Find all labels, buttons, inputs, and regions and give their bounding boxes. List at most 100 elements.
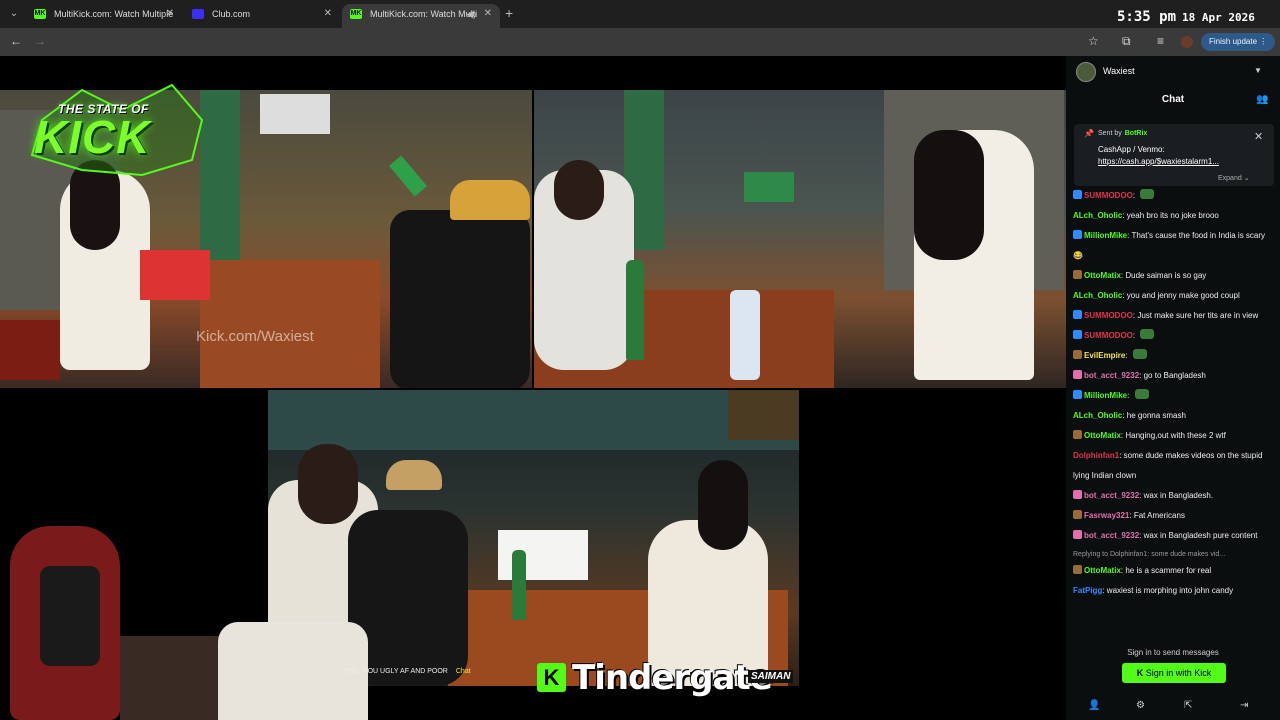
tan-cap (386, 460, 442, 490)
chat-message: ALch_Oholic: he gonna smash (1073, 406, 1275, 426)
close-icon[interactable]: ✕ (324, 4, 332, 24)
chat-text: Just make sure her tits are in view (1137, 311, 1259, 320)
profile-avatar[interactable] (1181, 36, 1193, 48)
chat-username[interactable]: bot_acct_9232 (1084, 491, 1139, 500)
head (298, 444, 358, 524)
chat-username[interactable]: SUMMODOO (1084, 191, 1133, 200)
exit-icon[interactable]: ⇥ (1240, 700, 1248, 711)
expand-button[interactable]: Expand ⌄ (1218, 174, 1250, 182)
chat-username[interactable]: SUMMODOO (1084, 331, 1133, 340)
tab-multikick-2[interactable]: MK MultiKick.com: Watch Multi ◀) ✕ (342, 4, 500, 28)
chat-message: Fasrway321: Fat Americans (1073, 506, 1275, 526)
add-friend-icon[interactable]: 👤 (1088, 700, 1100, 711)
channel-avatar (1076, 62, 1096, 82)
emote-icon (1132, 349, 1147, 359)
chat-message: Dolphinfan1: some dude makes videos on t… (1073, 446, 1275, 486)
chat-username[interactable]: EvilEmpire (1084, 351, 1125, 360)
chevron-down-icon[interactable]: ▼ (1254, 66, 1262, 75)
chat-username[interactable]: bot_acct_9232 (1084, 531, 1139, 540)
club-favicon-icon (192, 9, 204, 19)
tab-club[interactable]: Club.com ✕ (184, 4, 340, 28)
clock-date: 18 Apr 2026 (1182, 11, 1255, 24)
chat-message: OttoMatix: Hanging,out with these 2 wtf (1073, 426, 1275, 446)
chat-username[interactable]: ALch_Oholic (1073, 211, 1122, 220)
chat-message: SUMMODOO: Just make sure her tits are in… (1073, 306, 1275, 326)
chat-text: go to Bangladesh (1143, 371, 1206, 380)
chat-username[interactable]: Dolphinfan1 (1073, 451, 1119, 460)
settings-gear-icon[interactable]: ⚙ (1136, 700, 1145, 711)
tab-search-chevron-icon[interactable]: ⌄ (6, 6, 22, 22)
chat-username[interactable]: ALch_Oholic (1073, 411, 1122, 420)
ticker-text: YOU, YOU UGLY AF AND POOR Chat (344, 668, 471, 675)
tv-screen (260, 94, 330, 134)
popout-icon[interactable]: ⇱ (1184, 700, 1192, 711)
user-badge-icon (1073, 370, 1082, 379)
signin-prompt: Sign in to send messages (1127, 648, 1219, 657)
hair (914, 130, 984, 260)
pinned-link[interactable]: https://cash.app/$waxiestalarm1... (1098, 156, 1248, 168)
channel-name: Waxiest (1103, 66, 1135, 76)
chat-username[interactable]: OttoMatix (1084, 431, 1121, 440)
streamer-webcam (0, 526, 392, 720)
logo-main-text: KICK (34, 111, 151, 163)
pinned-line-1: CashApp / Venmo: (1098, 145, 1165, 154)
pinned-sent-by: Sent by BotRix (1098, 130, 1147, 137)
user-badge-icon (1073, 510, 1082, 519)
bot-name: BotRix (1124, 130, 1148, 137)
multikick-favicon-icon: MK (34, 9, 46, 19)
user-badge-icon (1073, 430, 1082, 439)
chat-message: OttoMatix: Dude saiman is so gay (1073, 266, 1275, 286)
signin-with-kick-button[interactable]: K Sign in with Kick (1122, 663, 1226, 683)
chat-text: he gonna smash (1126, 411, 1186, 420)
close-icon[interactable]: ✕ (484, 4, 492, 24)
tv-screen (744, 172, 794, 202)
multikick-favicon-icon: MK (350, 9, 362, 19)
finish-update-button[interactable]: Finish update ⋮ (1201, 33, 1276, 51)
chat-message: bot_acct_9232: wax in Bangladesh pure co… (1073, 526, 1275, 546)
speaker-icon[interactable]: ◀) (466, 4, 476, 24)
emote-icon (1140, 329, 1155, 339)
bookmark-star-icon[interactable]: ☆ (1088, 34, 1099, 48)
chat-username[interactable]: MillionMike (1084, 231, 1127, 240)
chat-message: MillionMike: (1073, 386, 1275, 406)
new-tab-button[interactable]: + (505, 5, 513, 21)
user-badge-icon (1073, 310, 1082, 319)
finish-update-label: Finish update (1209, 37, 1258, 46)
chat-username[interactable]: ALch_Oholic (1073, 291, 1122, 300)
user-badge-icon (1073, 330, 1082, 339)
clock-time: 5:35 pm (1117, 9, 1177, 25)
back-arrow-icon[interactable]: ← (10, 34, 22, 48)
user-badge-icon (1073, 490, 1082, 499)
reading-list-icon[interactable]: ≡ (1157, 34, 1164, 48)
chat-username[interactable]: FatPigg (1073, 586, 1102, 595)
user-badge-icon (1073, 230, 1082, 239)
stream-player[interactable]: Kick.com/Waxiest THE STATE OF KICK YOU, … (0, 56, 1066, 720)
emote-icon (1134, 389, 1149, 399)
chat-username[interactable]: MillionMike (1084, 391, 1127, 400)
tab-title: MultiKick.com: Watch Multi (370, 9, 478, 19)
tab-multikick-1[interactable]: MK MultiKick.com: Watch Multiple ✕ (26, 4, 182, 28)
extensions-icon[interactable]: ⧉ (1122, 34, 1131, 49)
chat-message: SUMMODOO: (1073, 186, 1275, 206)
tab-title: Club.com (212, 9, 251, 19)
chat-text: he is a scammer for real (1125, 566, 1212, 575)
username-separator: : (1125, 351, 1130, 360)
chat-username[interactable]: SUMMODOO (1084, 311, 1133, 320)
chat-message: FatPigg: waxiest is morphing into john c… (1073, 581, 1275, 601)
forward-arrow-icon[interactable]: → (34, 34, 46, 48)
close-icon[interactable]: ✕ (166, 4, 174, 24)
chat-username[interactable]: OttoMatix (1084, 271, 1121, 280)
kick-badge-icon: K (537, 663, 566, 692)
system-clock: 5:35 pm 18 Apr 2026 (1117, 6, 1255, 25)
ticker-chat: Chat (455, 668, 471, 675)
close-icon[interactable]: ✕ (1254, 130, 1263, 143)
green-bottle (626, 260, 644, 360)
chat-username[interactable]: OttoMatix (1084, 566, 1121, 575)
chat-username[interactable]: bot_acct_9232 (1084, 371, 1139, 380)
reply-context: Replying to Dolphinfan1: some dude makes… (1073, 551, 1226, 558)
chat-username[interactable]: Fasrway321 (1084, 511, 1129, 520)
chat-message: ALch_Oholic: you and jenny make good cou… (1073, 286, 1275, 306)
chat-text: you and jenny make good coupl (1126, 291, 1240, 300)
user-badge-icon (1073, 190, 1082, 199)
users-icon[interactable]: 👥 (1256, 94, 1268, 105)
